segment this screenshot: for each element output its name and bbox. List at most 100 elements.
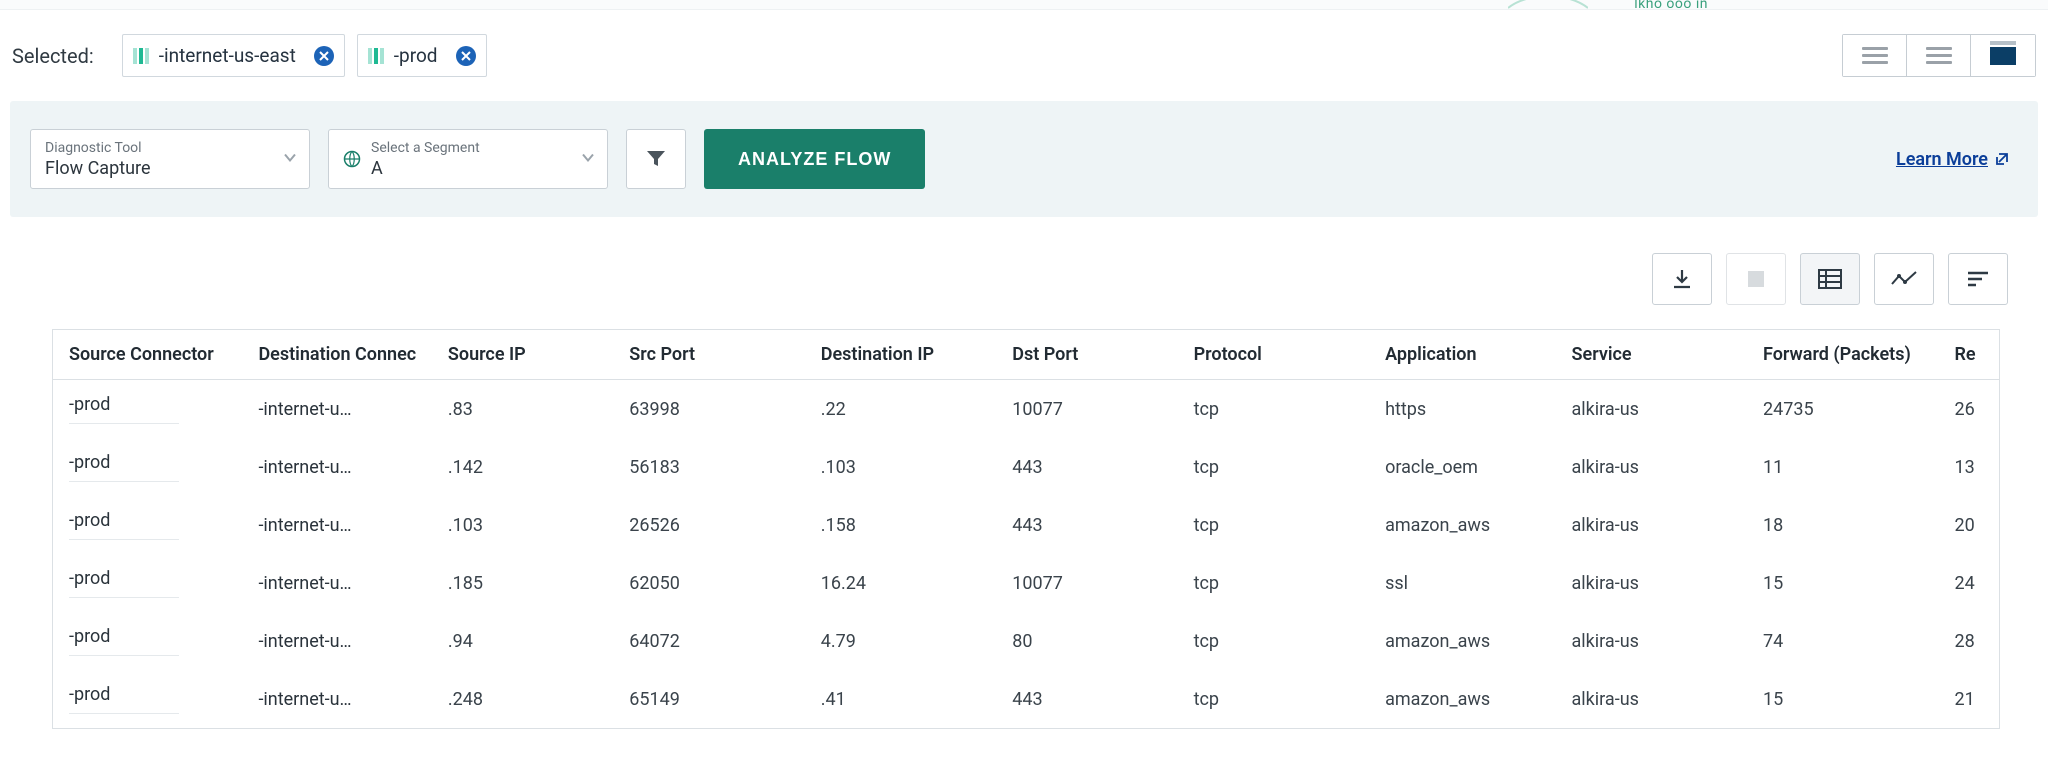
col-protocol[interactable]: Protocol [1178, 330, 1369, 380]
chip-internet-us-east[interactable]: -internet-us-east [122, 34, 345, 77]
cell-dst-port: 10077 [996, 554, 1177, 612]
sort-icon [1966, 270, 1990, 288]
filter-button[interactable] [626, 129, 686, 189]
cell-re: 26 [1938, 380, 1999, 439]
col-forward-packets[interactable]: Forward (Packets) [1747, 330, 1938, 380]
cell-source-connector: -prod [53, 554, 242, 612]
chevron-down-icon [283, 149, 297, 170]
cell-forward: 15 [1747, 670, 1938, 728]
connector-icon [368, 48, 384, 64]
chip-label: -prod [394, 44, 438, 67]
cell-forward: 15 [1747, 554, 1938, 612]
funnel-icon [645, 148, 667, 170]
cell-re: 24 [1938, 554, 1999, 612]
cell-protocol: tcp [1178, 670, 1369, 728]
remove-chip-icon[interactable] [314, 46, 334, 66]
results-toolbar [30, 231, 2018, 315]
chart-view-button[interactable] [1874, 253, 1934, 305]
cell-src-port: 26526 [613, 496, 804, 554]
cell-dst-port: 443 [996, 496, 1177, 554]
cell-dest-connector: -internet-u… [242, 438, 431, 496]
chip-label: -internet-us-east [159, 44, 296, 67]
cell-src-port: 63998 [613, 380, 804, 439]
sort-button[interactable] [1948, 253, 2008, 305]
cell-dest-ip: .103 [805, 438, 996, 496]
cell-application: oracle_oem [1369, 438, 1555, 496]
diagnostic-tool-label: Diagnostic Tool [45, 140, 151, 156]
diagnostic-tool-select[interactable]: Diagnostic Tool Flow Capture [30, 129, 310, 189]
stop-icon [1748, 271, 1764, 287]
table-row[interactable]: -prod-internet-u….10326526.158443tcpamaz… [53, 496, 1999, 554]
table-icon [1818, 269, 1842, 289]
flow-table-wrap: Source Connector Destination Connec Sour… [52, 329, 2000, 729]
segment-select[interactable]: Select a Segment A [328, 129, 608, 189]
selected-bar: Selected: -internet-us-east -prod [0, 10, 2048, 101]
remove-chip-icon[interactable] [456, 46, 476, 66]
cell-dest-ip: .41 [805, 670, 996, 728]
cell-dst-port: 10077 [996, 380, 1177, 439]
view-toggle [1842, 34, 2036, 77]
external-link-icon [1994, 151, 2010, 167]
col-dest-connector[interactable]: Destination Connec [242, 330, 431, 380]
table-row[interactable]: -prod-internet-u….24865149.41443tcpamazo… [53, 670, 1999, 728]
cell-protocol: tcp [1178, 438, 1369, 496]
cell-dest-ip: 4.79 [805, 612, 996, 670]
view-card[interactable] [1971, 35, 2035, 76]
table-row[interactable]: -prod-internet-u….1856205016.2410077tcps… [53, 554, 1999, 612]
cell-re: 20 [1938, 496, 1999, 554]
segment-value: A [371, 158, 480, 179]
table-body: -prod-internet-u….8363998.2210077tcphttp… [53, 380, 1999, 729]
table-row[interactable]: -prod-internet-u….8363998.2210077tcphttp… [53, 380, 1999, 439]
cell-forward: 74 [1747, 612, 1938, 670]
cell-dst-port: 443 [996, 438, 1177, 496]
cell-re: 28 [1938, 612, 1999, 670]
col-re[interactable]: Re [1938, 330, 1999, 380]
cell-source-ip: .185 [432, 554, 613, 612]
cell-application: https [1369, 380, 1555, 439]
cell-service: alkira-us [1556, 612, 1747, 670]
cell-dest-connector: -internet-u… [242, 380, 431, 439]
col-dest-ip[interactable]: Destination IP [805, 330, 996, 380]
col-src-port[interactable]: Src Port [613, 330, 804, 380]
view-list-normal[interactable] [1907, 35, 1971, 76]
cell-dest-ip: .22 [805, 380, 996, 439]
analyze-flow-button[interactable]: ANALYZE FLOW [704, 129, 925, 189]
cell-source-connector: -prod [53, 380, 242, 439]
table-view-button[interactable] [1800, 253, 1860, 305]
cell-source-ip: .103 [432, 496, 613, 554]
learn-more-link[interactable]: Learn More [1896, 149, 2010, 170]
col-application[interactable]: Application [1369, 330, 1555, 380]
decorative-swoosh [1508, 0, 1588, 10]
download-icon [1671, 268, 1693, 290]
flow-table: Source Connector Destination Connec Sour… [53, 330, 1999, 728]
col-service[interactable]: Service [1556, 330, 1747, 380]
cell-src-port: 64072 [613, 612, 804, 670]
table-row[interactable]: -prod-internet-u….94640724.7980tcpamazon… [53, 612, 1999, 670]
connector-icon [133, 48, 149, 64]
cell-dest-connector: -internet-u… [242, 612, 431, 670]
col-dst-port[interactable]: Dst Port [996, 330, 1177, 380]
cell-dest-connector: -internet-u… [242, 670, 431, 728]
col-source-ip[interactable]: Source IP [432, 330, 613, 380]
segment-label: Select a Segment [371, 140, 480, 156]
selected-label: Selected: [12, 44, 94, 68]
cell-application: ssl [1369, 554, 1555, 612]
cell-dest-connector: -internet-u… [242, 554, 431, 612]
col-source-connector[interactable]: Source Connector [53, 330, 242, 380]
cell-dst-port: 443 [996, 670, 1177, 728]
cell-service: alkira-us [1556, 554, 1747, 612]
top-divider: lkho ooo in [0, 0, 2048, 10]
cell-service: alkira-us [1556, 438, 1747, 496]
download-button[interactable] [1652, 253, 1712, 305]
cell-dest-ip: .158 [805, 496, 996, 554]
cell-source-ip: .248 [432, 670, 613, 728]
cell-protocol: tcp [1178, 496, 1369, 554]
cell-dest-connector: -internet-u… [242, 496, 431, 554]
cell-source-ip: .83 [432, 380, 613, 439]
table-row[interactable]: -prod-internet-u….14256183.103443tcporac… [53, 438, 1999, 496]
chip-prod[interactable]: -prod [357, 34, 487, 77]
view-list-compact[interactable] [1843, 35, 1907, 76]
cell-service: alkira-us [1556, 380, 1747, 439]
globe-icon [343, 150, 361, 168]
cell-protocol: tcp [1178, 380, 1369, 439]
